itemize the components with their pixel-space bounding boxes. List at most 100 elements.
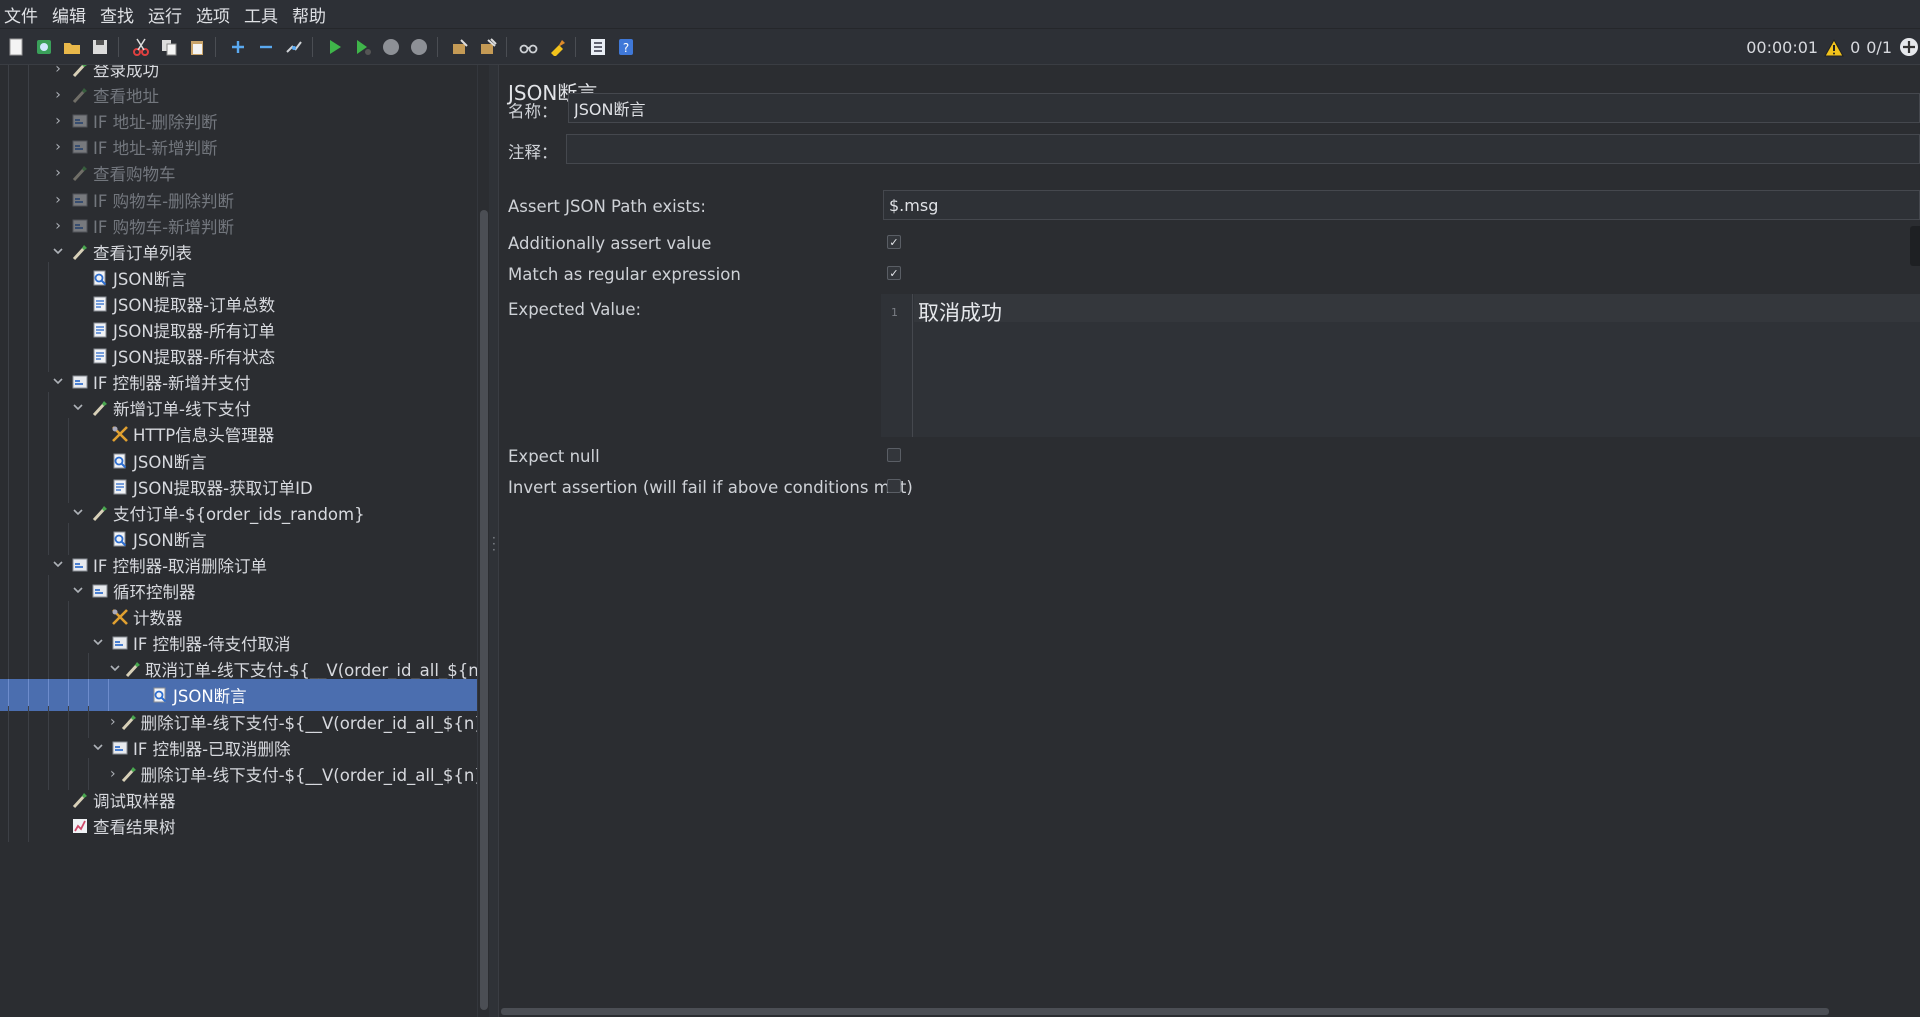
chevron-right-icon[interactable]: › <box>50 165 66 181</box>
tree-scrollbar-thumb[interactable] <box>480 210 488 1010</box>
controller-icon <box>70 111 90 131</box>
tree-node-label: IF 控制器-新增并支付 <box>93 374 251 394</box>
function-helper-icon[interactable] <box>586 35 610 59</box>
config-element-icon <box>110 424 130 444</box>
templates-icon[interactable] <box>32 35 56 59</box>
chevron-right-icon[interactable]: › <box>50 218 66 234</box>
chevron-right-icon[interactable]: › <box>50 139 66 155</box>
status-area: 00:00:01 0 0/1 <box>1746 29 1920 65</box>
help-icon[interactable]: ? <box>614 35 638 59</box>
tree-scrollbar[interactable] <box>477 65 489 1017</box>
panel-horizontal-scrollbar[interactable] <box>499 1006 1920 1017</box>
toolbar-separator <box>312 36 313 57</box>
start-icon[interactable] <box>323 35 347 59</box>
listener-icon <box>70 816 90 836</box>
name-input[interactable] <box>568 93 1920 123</box>
expected-value-editor[interactable]: 1 取消成功 <box>881 294 1920 437</box>
stop-icon[interactable] <box>379 35 403 59</box>
toolbar-separator <box>506 36 507 57</box>
chevron-down-icon[interactable] <box>90 639 106 647</box>
save-icon[interactable] <box>88 35 112 59</box>
test-plan-tree[interactable]: › 登录成功 › 查看地址 › IF 地址-删除判断 › IF 地址-新增判断 › 查看购物车 › I… <box>0 65 477 1017</box>
chevron-right-icon[interactable]: › <box>50 113 66 129</box>
cut-icon[interactable] <box>129 35 153 59</box>
svg-text:?: ? <box>623 41 629 55</box>
chevron-right-icon[interactable]: › <box>110 766 116 782</box>
expected-value-text[interactable]: 取消成功 <box>918 297 1002 327</box>
json-assertion-panel: JSON断言 名称： 注释： Assert JSON Path exists: … <box>499 65 1920 1017</box>
controller-icon <box>70 190 90 210</box>
controller-icon <box>90 581 110 601</box>
clear-icon[interactable] <box>448 35 472 59</box>
invert-assertion-label: Invert assertion (will fail if above con… <box>508 478 913 497</box>
chevron-down-icon[interactable] <box>70 404 86 412</box>
menu-edit[interactable]: 编辑 <box>46 2 94 27</box>
invert-assertion-checkbox[interactable] <box>887 479 901 493</box>
http-sampler-icon <box>70 65 90 79</box>
http-sampler-icon <box>70 790 90 810</box>
tree-node-label: 查看地址 <box>93 87 159 107</box>
regex-checkbox[interactable]: ✓ <box>887 266 901 280</box>
current-line-highlight <box>914 294 1920 322</box>
toggle-icon[interactable] <box>282 35 306 59</box>
chevron-down-icon[interactable] <box>70 587 86 595</box>
extractor-icon <box>90 294 110 314</box>
config-element-icon <box>110 607 130 627</box>
clear-all-icon[interactable] <box>476 35 500 59</box>
menu-bar: 文件 编辑 查找 运行 选项 工具 帮助 <box>0 0 1920 29</box>
tree-node-label: IF 控制器-已取消删除 <box>133 739 291 759</box>
chevron-down-icon[interactable] <box>110 665 120 673</box>
tree-node-label: IF 购物车-新增判断 <box>93 217 235 237</box>
warning-icon[interactable] <box>1824 37 1844 57</box>
chevron-right-icon[interactable]: › <box>110 714 116 730</box>
expected-value-label: Expected Value: <box>508 300 642 319</box>
tree-guide-line <box>8 809 9 842</box>
paste-icon[interactable] <box>185 35 209 59</box>
chevron-down-icon[interactable] <box>50 378 66 386</box>
open-icon[interactable] <box>60 35 84 59</box>
tree-node-label: JSON断言 <box>133 530 207 550</box>
expect-null-checkbox[interactable] <box>887 448 901 462</box>
chevron-right-icon[interactable]: › <box>50 87 66 103</box>
chevron-down-icon[interactable] <box>50 248 66 256</box>
menu-tools[interactable]: 工具 <box>238 2 286 27</box>
chevron-down-icon[interactable] <box>90 744 106 752</box>
assertion-icon <box>110 451 130 471</box>
split-pane-divider[interactable]: · · · <box>489 65 499 1017</box>
http-sampler-icon <box>70 85 90 105</box>
menu-options[interactable]: 选项 <box>190 2 238 27</box>
tree-node-label: 删除订单-线下支付-${__V(order_id_all_${n})} <box>140 713 477 733</box>
elapsed-timer: 00:00:01 <box>1746 37 1819 57</box>
chevron-right-icon[interactable]: › <box>50 65 66 77</box>
toolbar: ? 00:00:01 0 0/1 <box>0 29 1920 65</box>
expand-all-icon[interactable] <box>226 35 250 59</box>
chevron-down-icon[interactable] <box>50 561 66 569</box>
comment-input[interactable] <box>566 134 1920 164</box>
chevron-down-icon[interactable] <box>70 509 86 517</box>
menu-run[interactable]: 运行 <box>142 2 190 27</box>
comment-label: 注释： <box>508 143 558 162</box>
search-icon[interactable] <box>517 35 541 59</box>
extractor-icon <box>90 320 110 340</box>
reset-search-icon[interactable] <box>545 35 569 59</box>
shutdown-icon[interactable] <box>407 35 431 59</box>
tree-node-label: 支付订单-${order_ids_random} <box>113 504 365 524</box>
start-no-pauses-icon[interactable] <box>351 35 375 59</box>
tree-node-label: JSON提取器-订单总数 <box>113 295 276 315</box>
chevron-right-icon[interactable]: › <box>50 192 66 208</box>
tree-node[interactable]: 查看结果树 <box>0 809 477 842</box>
copy-icon[interactable] <box>157 35 181 59</box>
menu-search[interactable]: 查找 <box>94 2 142 27</box>
remote-globe-icon[interactable] <box>1898 36 1920 58</box>
controller-icon <box>70 137 90 157</box>
menu-help[interactable]: 帮助 <box>286 2 334 27</box>
new-icon[interactable] <box>4 35 28 59</box>
panel-scrollbar-thumb[interactable] <box>501 1008 1829 1015</box>
json-path-input[interactable] <box>883 190 1920 220</box>
collapse-all-icon[interactable] <box>254 35 278 59</box>
menu-file[interactable]: 文件 <box>0 2 46 27</box>
regex-label: Match as regular expression <box>508 265 741 284</box>
assert-value-checkbox[interactable]: ✓ <box>887 235 901 249</box>
panel-resize-handle[interactable] <box>1910 226 1920 266</box>
tree-node-label: IF 地址-新增判断 <box>93 139 218 159</box>
